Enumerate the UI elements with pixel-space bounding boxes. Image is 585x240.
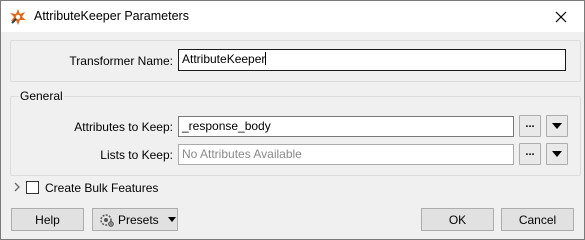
attributes-to-keep-input[interactable]: _response_body — [178, 116, 514, 137]
cancel-button-label: Cancel — [518, 212, 557, 227]
help-button-label: Help — [35, 212, 60, 227]
text-caret — [265, 52, 267, 65]
ellipsis-label: ... — [525, 146, 535, 158]
general-group-title: General — [19, 89, 64, 103]
attributes-to-keep-label: Attributes to Keep: — [74, 120, 173, 134]
attributes-dropdown-button[interactable] — [546, 115, 568, 137]
presets-button[interactable]: Presets — [92, 208, 178, 231]
lists-to-keep-label: Lists to Keep: — [100, 148, 173, 162]
bulk-features-checkbox[interactable] — [26, 181, 39, 194]
ok-button[interactable]: OK — [421, 208, 494, 231]
presets-gear-icon — [100, 213, 114, 227]
attributes-to-keep-value: _response_body — [182, 119, 271, 133]
close-button[interactable] — [538, 1, 584, 32]
window-title: AttributeKeeper Parameters — [34, 9, 189, 23]
expand-chevron-icon[interactable] — [13, 182, 21, 192]
triangle-down-icon — [552, 151, 562, 157]
dialog-window: AttributeKeeper Parameters Transformer N… — [0, 0, 585, 240]
lists-dropdown-button[interactable] — [546, 143, 568, 165]
ok-button-label: OK — [448, 212, 467, 227]
triangle-down-icon — [552, 123, 562, 129]
ellipsis-label: ... — [525, 118, 535, 130]
presets-button-label: Presets — [118, 212, 159, 227]
attributes-ellipsis-button[interactable]: ... — [519, 115, 541, 137]
lists-to-keep-input[interactable]: No Attributes Available — [178, 144, 514, 165]
lists-ellipsis-button[interactable]: ... — [519, 143, 541, 165]
cancel-button[interactable]: Cancel — [501, 208, 574, 231]
transformer-name-input[interactable]: AttributeKeeper — [178, 49, 566, 71]
transformer-name-label: Transformer Name: — [69, 54, 173, 68]
bulk-features-label: Create Bulk Features — [45, 181, 159, 195]
help-button[interactable]: Help — [11, 208, 84, 231]
close-icon — [555, 11, 567, 22]
title-bar: AttributeKeeper Parameters — [1, 1, 584, 32]
app-logo-icon — [10, 9, 26, 25]
transformer-name-value: AttributeKeeper — [182, 52, 266, 66]
presets-dropdown-icon — [167, 216, 176, 222]
lists-to-keep-placeholder: No Attributes Available — [182, 147, 302, 161]
